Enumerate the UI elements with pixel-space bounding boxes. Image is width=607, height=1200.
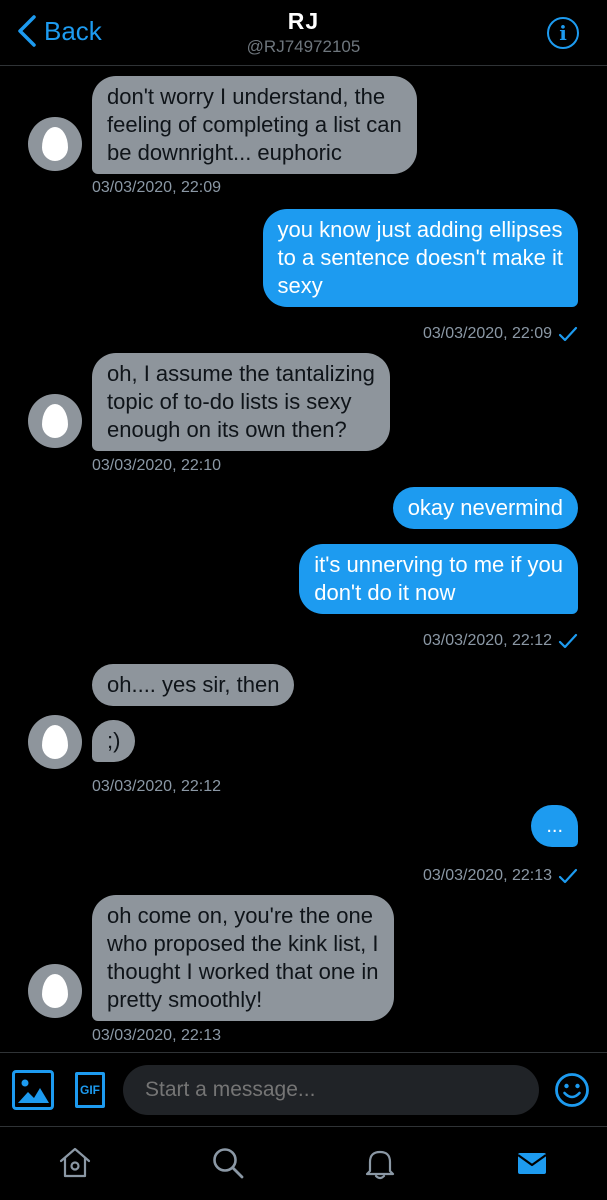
egg-avatar-icon: [42, 127, 68, 161]
info-icon: i: [559, 21, 567, 45]
egg-avatar-icon: [42, 725, 68, 759]
message-composer: GIF: [0, 1052, 607, 1126]
messages-icon[interactable]: [514, 1145, 550, 1181]
message-bubble-incoming[interactable]: don't worry I understand, the feeling of…: [92, 76, 417, 174]
message-timestamp: 03/03/2020, 22:09: [92, 179, 222, 196]
message-timestamp: 03/03/2020, 22:13: [92, 1027, 222, 1044]
image-icon: [18, 1079, 49, 1103]
timestamp-text: 03/03/2020, 22:13: [422, 867, 552, 884]
search-icon[interactable]: [210, 1145, 246, 1181]
timestamp-text: 03/03/2020, 22:12: [422, 632, 552, 649]
egg-avatar-icon: [42, 974, 68, 1008]
timestamp-text: 03/03/2020, 22:09: [422, 325, 552, 342]
bottom-tab-bar: [0, 1126, 607, 1200]
info-button[interactable]: i: [547, 17, 579, 49]
message-bubble-incoming[interactable]: ;): [92, 720, 136, 762]
notifications-icon[interactable]: [362, 1145, 398, 1181]
conversation-title-block[interactable]: RJ @RJ74972105: [0, 8, 607, 57]
message-bubble-incoming[interactable]: oh, I assume the tantalizing topic of to…: [92, 353, 390, 451]
avatar[interactable]: [28, 964, 82, 1018]
add-gif-button[interactable]: GIF: [75, 1072, 105, 1108]
conversation-handle: @RJ74972105: [246, 37, 361, 56]
conversation-header: Back RJ @RJ74972105 i: [0, 0, 607, 66]
add-photo-button[interactable]: [12, 1070, 54, 1110]
read-check-icon: [558, 633, 578, 649]
avatar[interactable]: [28, 715, 82, 769]
message-bubble-incoming[interactable]: oh.... yes sir, then: [92, 664, 295, 706]
read-check-icon: [558, 868, 578, 884]
egg-avatar-icon: [42, 404, 68, 438]
message-timestamp: 03/03/2020, 22:12: [92, 778, 222, 795]
gif-label: GIF: [80, 1083, 100, 1097]
message-timestamp: 03/03/2020, 22:13: [423, 867, 578, 885]
message-bubble-outgoing[interactable]: it's unnerving to me if you don't do it …: [299, 544, 578, 614]
home-icon[interactable]: [57, 1145, 93, 1181]
avatar[interactable]: [28, 394, 82, 448]
message-timestamp: 03/03/2020, 22:10: [92, 457, 222, 474]
message-bubble-outgoing[interactable]: okay nevermind: [392, 487, 578, 529]
message-bubble-outgoing[interactable]: you know just adding ellipses to a sente…: [262, 209, 578, 307]
emoji-icon[interactable]: [554, 1072, 590, 1108]
message-timestamp: 03/03/2020, 22:09: [423, 325, 578, 343]
message-timestamp: 03/03/2020, 22:12: [423, 632, 578, 650]
conversation-title: RJ: [287, 8, 320, 34]
message-input[interactable]: [123, 1065, 539, 1115]
message-thread[interactable]: don't worry I understand, the feeling of…: [0, 67, 607, 1052]
message-bubble-outgoing[interactable]: ...: [531, 805, 578, 847]
avatar[interactable]: [28, 117, 82, 171]
message-bubble-incoming[interactable]: oh come on, you're the one who proposed …: [92, 895, 394, 1021]
read-check-icon: [558, 326, 578, 342]
